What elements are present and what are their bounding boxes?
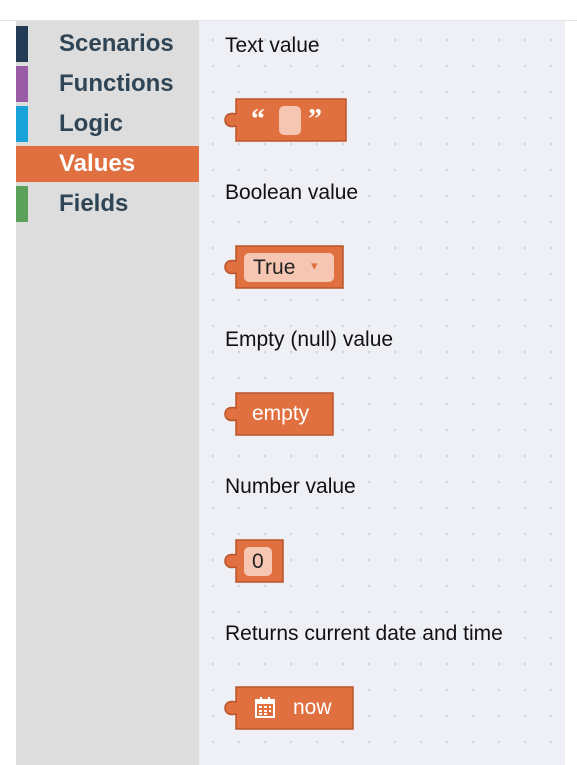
category-label: Functions bbox=[59, 70, 174, 97]
workspace-scrollbar[interactable] bbox=[565, 21, 577, 765]
toolbox-sidebar: Scenarios Functions Logic Values Fields bbox=[16, 21, 199, 765]
category-label: Fields bbox=[59, 190, 129, 217]
calendar-icon bbox=[255, 697, 275, 718]
category-label: Values bbox=[59, 150, 136, 177]
text-value-label: Text value bbox=[225, 34, 320, 57]
text-input-field[interactable] bbox=[279, 106, 301, 135]
number-value-block[interactable]: 0 bbox=[224, 539, 285, 583]
category-color-bar bbox=[16, 186, 28, 222]
category-fields[interactable]: Fields bbox=[16, 186, 199, 222]
null-value-label: Empty (null) value bbox=[225, 328, 394, 351]
category-scenarios[interactable]: Scenarios bbox=[16, 26, 199, 62]
category-functions[interactable]: Functions bbox=[16, 66, 199, 102]
close-quote-icon: ” bbox=[308, 104, 322, 135]
now-value-block[interactable]: now bbox=[224, 686, 355, 730]
number-input-field[interactable]: 0 bbox=[244, 547, 272, 576]
number-field-value: 0 bbox=[252, 550, 264, 573]
boolean-value-block[interactable]: True ▾ bbox=[224, 245, 345, 289]
boolean-dropdown-value: True bbox=[253, 256, 296, 279]
category-label: Logic bbox=[59, 110, 123, 137]
null-block-text: empty bbox=[252, 402, 310, 425]
now-value-label: Returns current date and time bbox=[225, 622, 503, 645]
category-color-bar bbox=[16, 66, 28, 102]
category-values[interactable]: Values bbox=[16, 146, 199, 182]
category-label: Scenarios bbox=[59, 30, 174, 57]
text-value-block[interactable]: “ ” bbox=[224, 98, 348, 142]
open-quote-icon: “ bbox=[251, 104, 265, 135]
category-color-bar bbox=[16, 106, 28, 142]
now-block-text: now bbox=[293, 696, 332, 719]
null-value-block[interactable]: empty bbox=[224, 392, 335, 436]
category-logic[interactable]: Logic bbox=[16, 106, 199, 142]
number-value-label: Number value bbox=[225, 475, 356, 498]
category-color-bar bbox=[16, 146, 28, 182]
boolean-value-label: Boolean value bbox=[225, 181, 359, 204]
category-color-bar bbox=[16, 26, 28, 62]
boolean-dropdown[interactable]: True ▾ bbox=[244, 253, 334, 282]
chevron-down-icon: ▾ bbox=[311, 259, 318, 274]
